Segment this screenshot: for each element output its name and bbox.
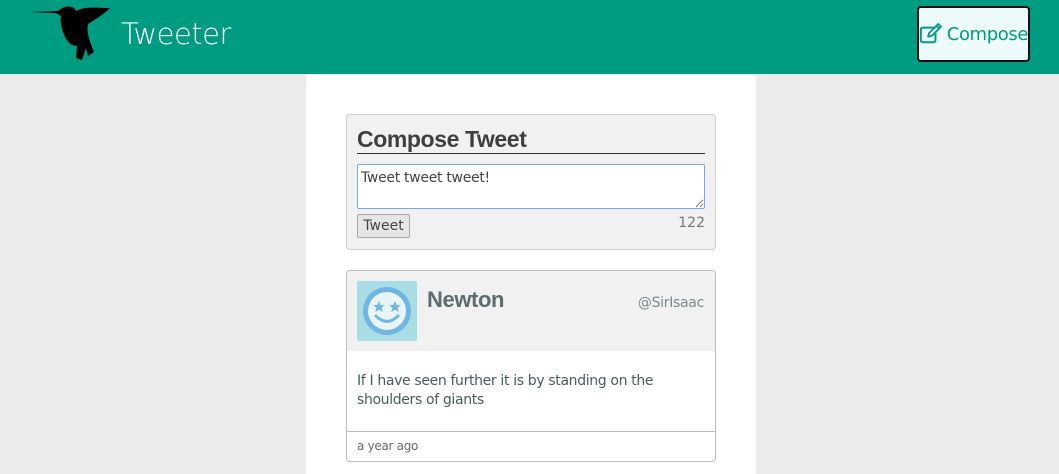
tweet-footer: a year ago	[347, 431, 715, 461]
compose-tweet-heading: Compose Tweet	[357, 125, 705, 154]
tweet-timestamp: a year ago	[357, 439, 419, 453]
hummingbird-logo-icon	[30, 6, 110, 60]
tweet-textarea[interactable]: Tweet tweet tweet!	[357, 164, 705, 209]
character-counter: 122	[678, 215, 705, 231]
top-nav-bar: Tweeter Compose	[0, 0, 1059, 74]
app-title: Tweeter	[121, 17, 231, 51]
tweet-submit-button[interactable]: Tweet	[357, 214, 410, 238]
avatar-icon	[357, 281, 417, 341]
edit-icon	[919, 23, 942, 44]
tweet-header: Newton @SirIsaac	[347, 271, 715, 351]
tweet-text: If I have seen further it is by standing…	[357, 373, 654, 408]
tweet-author-handle: @SirIsaac	[637, 295, 704, 311]
tweet-card: Newton @SirIsaac If I have seen further …	[346, 270, 716, 462]
main-content: Compose Tweet Tweet tweet tweet! Tweet 1…	[306, 74, 756, 474]
compose-tweet-panel: Compose Tweet Tweet tweet tweet! Tweet 1…	[346, 114, 716, 250]
tweet-author-name: Newton	[427, 287, 505, 312]
compose-button[interactable]: Compose	[917, 6, 1030, 62]
compose-button-label: Compose	[946, 23, 1029, 45]
